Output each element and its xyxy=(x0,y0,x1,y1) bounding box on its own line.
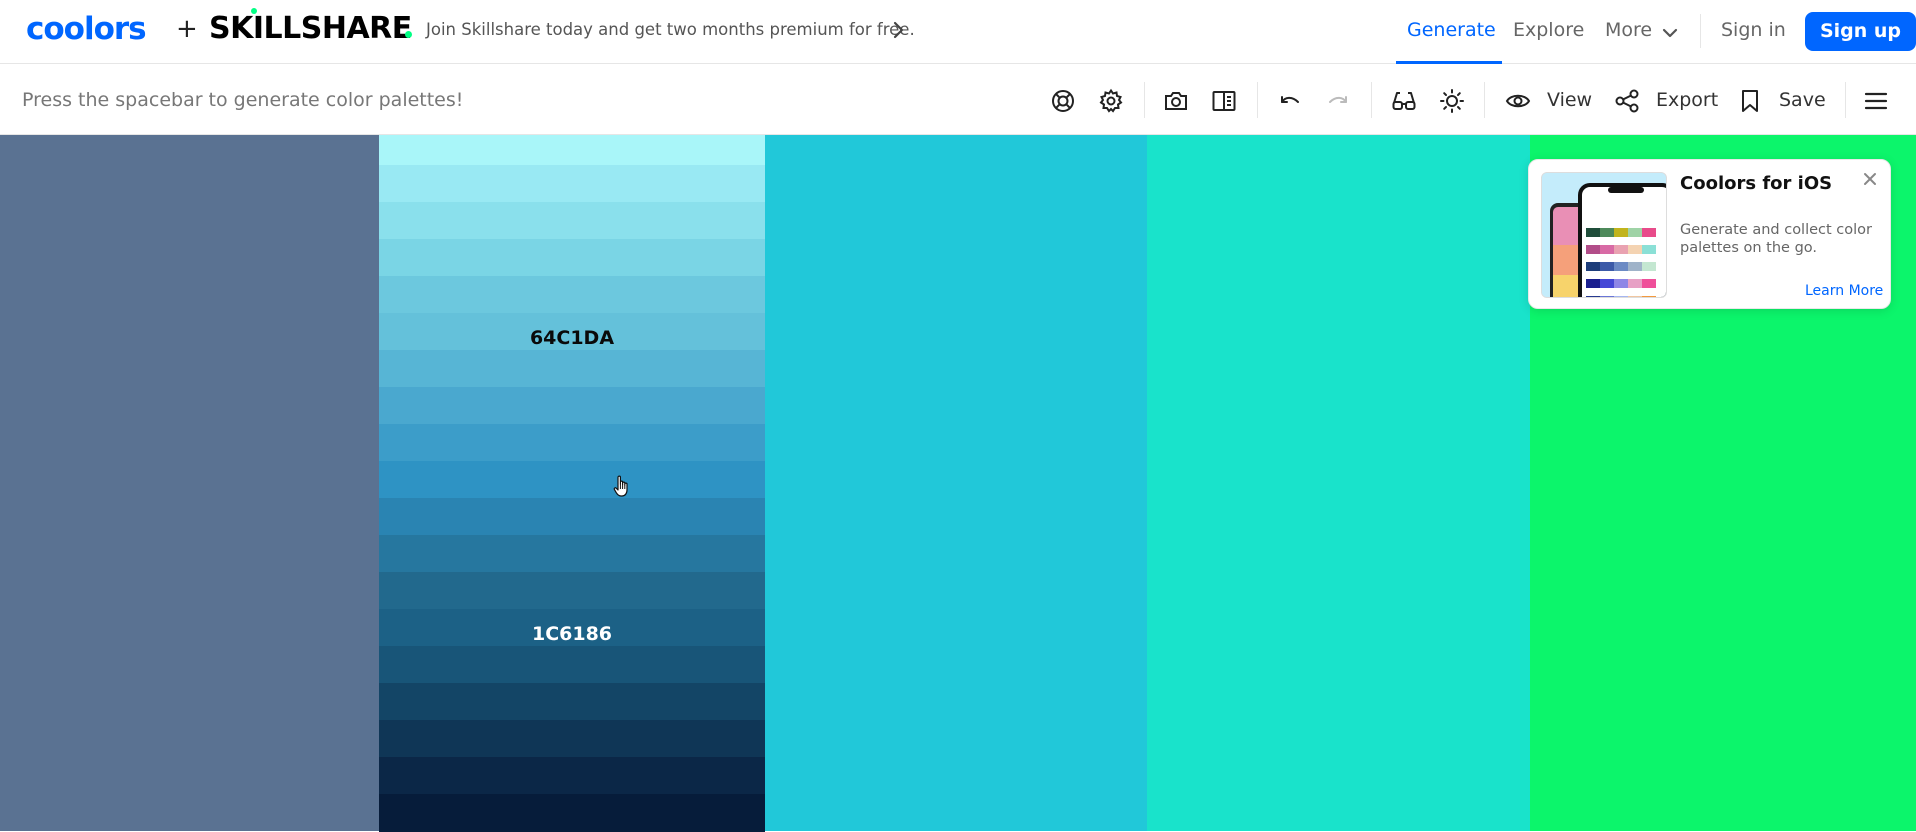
book-icon[interactable] xyxy=(1211,88,1237,114)
chevron-right-icon[interactable] xyxy=(891,20,905,44)
spacebar-hint: Press the spacebar to generate color pal… xyxy=(22,89,464,111)
save-button[interactable]: Save xyxy=(1779,88,1826,112)
view-button[interactable]: View xyxy=(1547,88,1592,112)
close-icon[interactable] xyxy=(1861,170,1879,188)
undo-icon[interactable] xyxy=(1277,88,1303,114)
shade-swatch[interactable] xyxy=(379,646,765,684)
skillshare-logo[interactable]: SKILLSHARE xyxy=(209,11,412,47)
shade-swatch[interactable] xyxy=(379,276,765,314)
ios-promo-card: Coolors for iOS Generate and collect col… xyxy=(1528,159,1891,309)
shades-view xyxy=(379,135,765,832)
ios-card-description: Generate and collect color palettes on t… xyxy=(1680,222,1873,256)
palette-color-column[interactable] xyxy=(1147,135,1530,831)
shade-swatch[interactable] xyxy=(379,239,765,277)
settings-icon[interactable] xyxy=(1098,88,1124,114)
ios-app-preview-image xyxy=(1541,172,1667,298)
skillshare-promo-text[interactable]: Join Skillshare today and get two months… xyxy=(426,19,915,41)
shade-hex-label[interactable]: 64C1DA xyxy=(379,326,765,350)
sign-up-button[interactable]: Sign up xyxy=(1805,12,1916,51)
shade-swatch[interactable] xyxy=(379,498,765,536)
top-nav: coolors + SKILLSHARE Join Skillshare tod… xyxy=(0,0,1916,64)
shade-swatch[interactable] xyxy=(379,387,765,425)
chevron-down-icon[interactable] xyxy=(1662,24,1678,43)
skillshare-logo-accent-dot xyxy=(251,8,257,14)
shade-swatch[interactable] xyxy=(379,757,765,795)
shade-swatch[interactable] xyxy=(379,202,765,240)
toolbar-divider xyxy=(1371,82,1372,118)
palette-color-column[interactable] xyxy=(0,135,379,831)
nav-explore-link[interactable]: Explore xyxy=(1513,18,1584,42)
coolors-logo[interactable]: coolors xyxy=(26,11,147,47)
nav-more-menu[interactable]: More xyxy=(1605,18,1652,42)
shade-swatch[interactable] xyxy=(379,424,765,462)
redo-icon[interactable] xyxy=(1325,88,1351,114)
bookmark-icon[interactable] xyxy=(1737,88,1763,114)
share-icon[interactable] xyxy=(1614,88,1640,114)
learn-more-link[interactable]: Learn More xyxy=(1805,282,1883,300)
glasses-icon[interactable] xyxy=(1391,88,1417,114)
nav-generate-link[interactable]: Generate xyxy=(1407,18,1496,42)
shade-swatch[interactable] xyxy=(379,461,765,499)
toolbar: Press the spacebar to generate color pal… xyxy=(0,64,1916,135)
hand-cursor-icon xyxy=(613,474,631,502)
toolbar-divider xyxy=(1484,82,1485,118)
ios-card-title: Coolors for iOS xyxy=(1680,173,1833,194)
shade-hex-label-selected[interactable]: 1C6186 xyxy=(379,622,765,646)
toolbar-divider xyxy=(1144,82,1145,118)
menu-icon[interactable] xyxy=(1863,88,1889,114)
shade-swatch[interactable] xyxy=(379,535,765,573)
shade-swatch[interactable] xyxy=(379,135,765,165)
skillshare-logo-dot xyxy=(405,31,412,38)
shade-swatch[interactable] xyxy=(379,165,765,203)
shade-swatch[interactable] xyxy=(379,350,765,388)
nav-divider xyxy=(1700,14,1701,48)
shade-swatch[interactable] xyxy=(379,794,765,832)
eye-icon[interactable] xyxy=(1505,88,1531,114)
plus-sign: + xyxy=(176,14,198,44)
toolbar-divider xyxy=(1257,82,1258,118)
sun-icon[interactable] xyxy=(1439,88,1465,114)
palette-color-column[interactable] xyxy=(765,135,1147,831)
sign-in-link[interactable]: Sign in xyxy=(1721,18,1786,42)
shade-swatch[interactable] xyxy=(379,572,765,610)
camera-icon[interactable] xyxy=(1163,88,1189,114)
toolbar-divider xyxy=(1845,82,1846,118)
help-icon[interactable] xyxy=(1050,88,1076,114)
shade-swatch[interactable] xyxy=(379,683,765,721)
export-button[interactable]: Export xyxy=(1656,88,1718,112)
shade-swatch[interactable] xyxy=(379,720,765,758)
